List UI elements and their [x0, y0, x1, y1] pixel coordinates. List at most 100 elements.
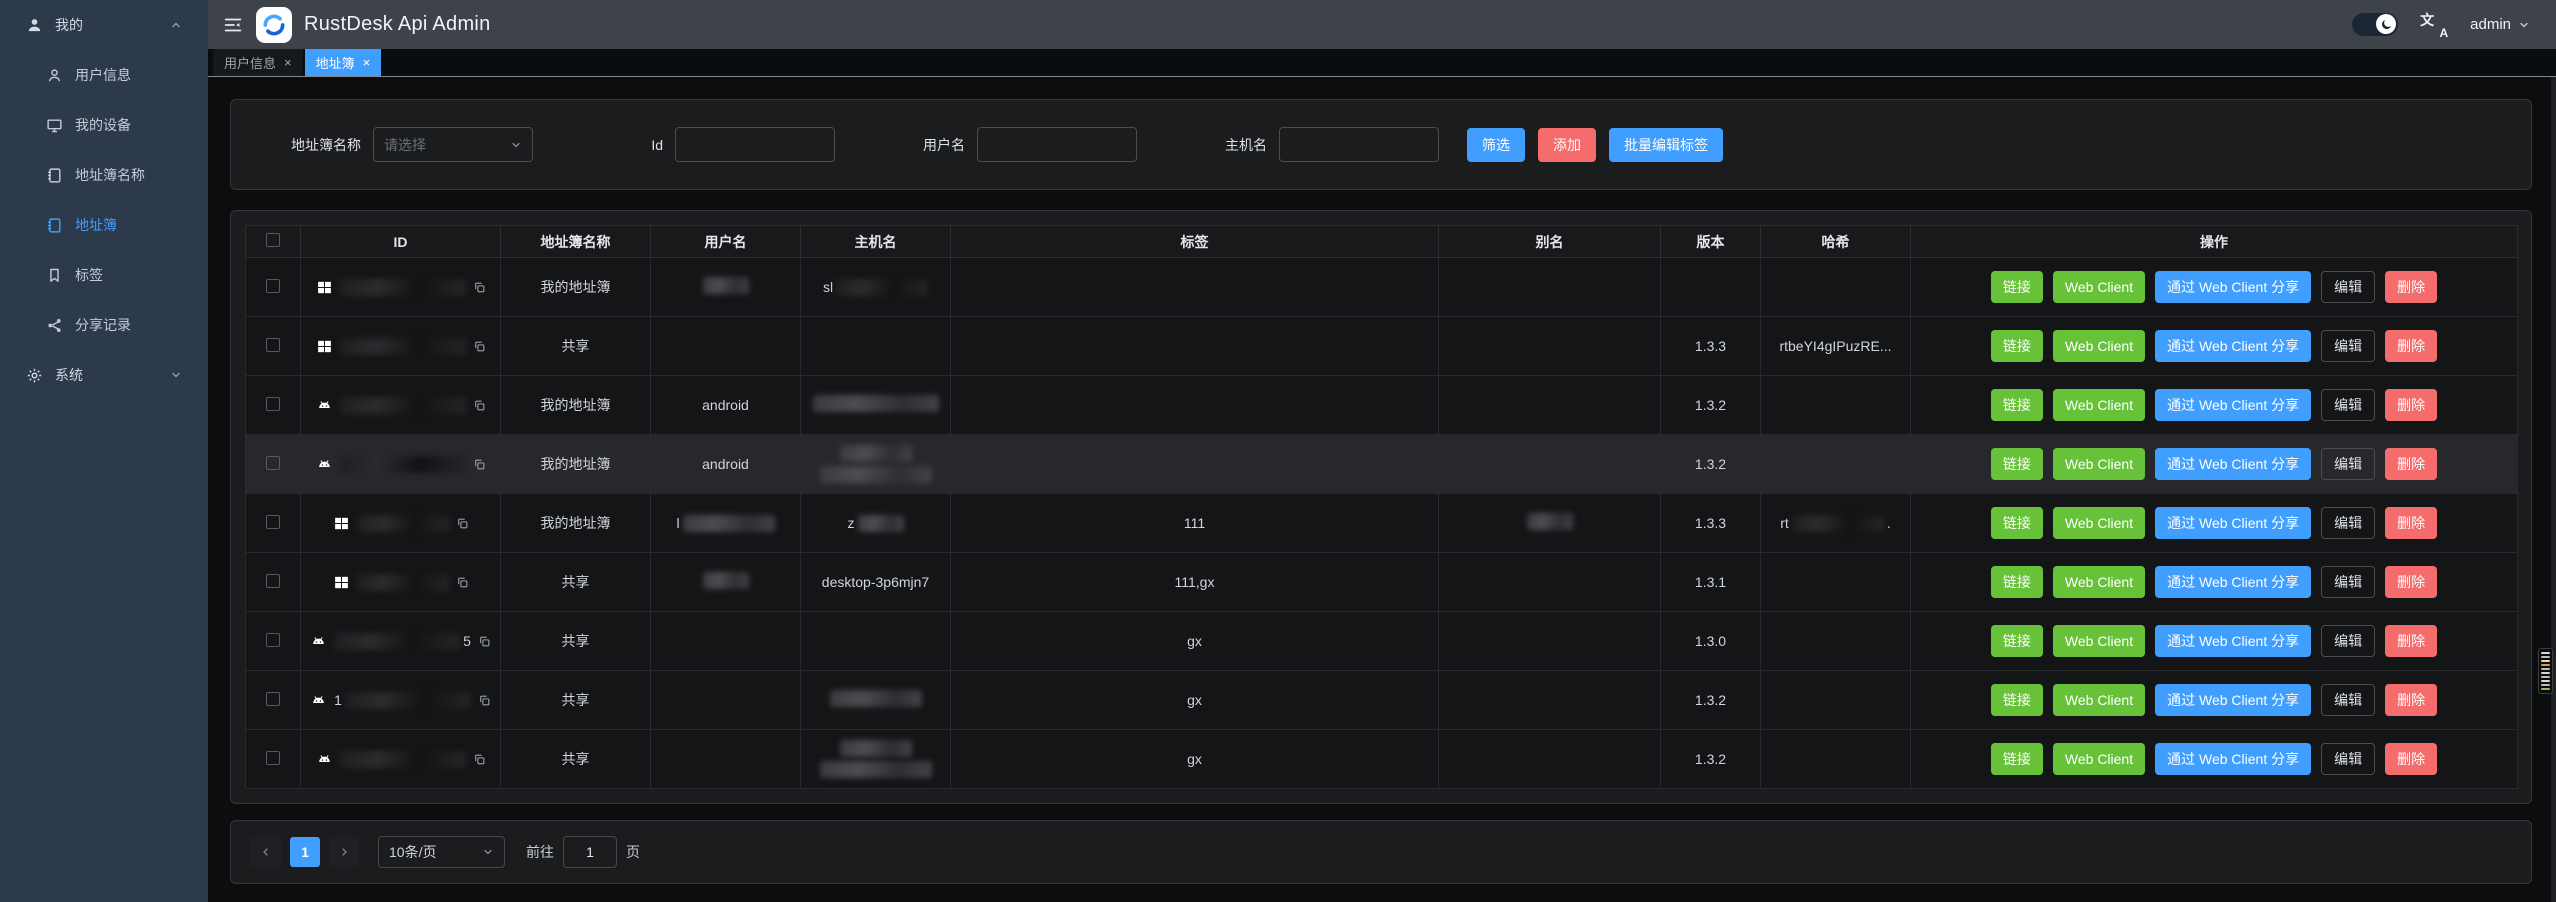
row-action-button[interactable]: 链接 — [1991, 507, 2043, 539]
row-action-button[interactable]: 编辑 — [2321, 684, 2375, 716]
filter-button[interactable]: 筛选 — [1467, 128, 1525, 162]
row-action-button[interactable]: 编辑 — [2321, 330, 2375, 362]
page-title: RustDesk Api Admin — [304, 13, 491, 36]
row-action-button[interactable]: 编辑 — [2321, 448, 2375, 480]
filter-button[interactable]: 批量编辑标签 — [1609, 128, 1723, 162]
username-input[interactable] — [977, 127, 1137, 162]
row-action-button[interactable]: 编辑 — [2321, 271, 2375, 303]
copy-icon[interactable] — [473, 399, 486, 412]
row-action-button[interactable]: Web Client — [2053, 448, 2145, 480]
sidebar-item-mine[interactable]: 我的 — [0, 0, 208, 50]
sidebar-item-my-devices[interactable]: 我的设备 — [0, 100, 208, 150]
row-action-button[interactable]: 通过 Web Client 分享 — [2155, 566, 2311, 598]
row-checkbox[interactable] — [266, 692, 280, 706]
row-action-button[interactable]: 通过 Web Client 分享 — [2155, 743, 2311, 775]
row-action-button[interactable]: 链接 — [1991, 684, 2043, 716]
row-action-button[interactable]: Web Client — [2053, 566, 2145, 598]
row-action-button[interactable]: 删除 — [2385, 566, 2437, 598]
row-action-button[interactable]: Web Client — [2053, 684, 2145, 716]
row-action-button[interactable]: Web Client — [2053, 743, 2145, 775]
row-checkbox[interactable] — [266, 338, 280, 352]
sidebar-item-tags[interactable]: 标签 — [0, 250, 208, 300]
row-action-button[interactable]: 编辑 — [2321, 389, 2375, 421]
sidebar-item-address-book[interactable]: 地址簿 — [0, 200, 208, 250]
row-action-button[interactable]: Web Client — [2053, 625, 2145, 657]
hostname-input[interactable] — [1279, 127, 1439, 162]
row-checkbox[interactable] — [266, 751, 280, 765]
copy-icon[interactable] — [456, 517, 469, 530]
tab-close-icon[interactable]: × — [284, 56, 292, 69]
dark-mode-toggle[interactable] — [2352, 13, 2398, 36]
row-action-button[interactable]: 删除 — [2385, 507, 2437, 539]
row-action-button[interactable]: 删除 — [2385, 743, 2437, 775]
row-action-button[interactable]: 链接 — [1991, 566, 2043, 598]
tab[interactable]: 用户信息× — [213, 49, 303, 76]
id-input[interactable] — [675, 127, 835, 162]
row-action-button[interactable]: 通过 Web Client 分享 — [2155, 684, 2311, 716]
sidebar-item-system[interactable]: 系统 — [0, 350, 208, 400]
row-action-button[interactable]: 删除 — [2385, 684, 2437, 716]
tab[interactable]: 地址簿× — [305, 49, 382, 76]
copy-icon[interactable] — [473, 281, 486, 294]
android-icon — [310, 633, 327, 650]
row-action-button[interactable]: 通过 Web Client 分享 — [2155, 271, 2311, 303]
sidebar-item-address-book-names[interactable]: 地址簿名称 — [0, 150, 208, 200]
tab-close-icon[interactable]: × — [363, 56, 371, 69]
row-action-button[interactable]: 编辑 — [2321, 743, 2375, 775]
scrollbar-track[interactable] — [2551, 77, 2556, 902]
row-checkbox[interactable] — [266, 456, 280, 470]
row-action-button[interactable]: 链接 — [1991, 389, 2043, 421]
row-checkbox[interactable] — [266, 633, 280, 647]
row-action-button[interactable]: 通过 Web Client 分享 — [2155, 389, 2311, 421]
redacted-value: 1 — [334, 692, 471, 709]
row-action-button[interactable]: 编辑 — [2321, 625, 2375, 657]
notebook-icon — [46, 217, 63, 234]
row-action-button[interactable]: 链接 — [1991, 271, 2043, 303]
filter-button[interactable]: 添加 — [1538, 128, 1596, 162]
page-number-button[interactable]: 1 — [290, 837, 320, 867]
row-action-button[interactable]: 删除 — [2385, 271, 2437, 303]
cell-host — [801, 612, 951, 671]
row-action-button[interactable]: 通过 Web Client 分享 — [2155, 625, 2311, 657]
row-action-button[interactable]: 通过 Web Client 分享 — [2155, 448, 2311, 480]
row-action-button[interactable]: 编辑 — [2321, 507, 2375, 539]
row-checkbox[interactable] — [266, 515, 280, 529]
row-action-button[interactable]: Web Client — [2053, 271, 2145, 303]
row-checkbox[interactable] — [266, 233, 280, 247]
row-action-button[interactable]: 链接 — [1991, 448, 2043, 480]
prev-page-button[interactable] — [251, 837, 281, 867]
copy-icon[interactable] — [473, 340, 486, 353]
row-action-button[interactable]: Web Client — [2053, 507, 2145, 539]
row-action-button[interactable]: 编辑 — [2321, 566, 2375, 598]
sidebar-item-user-info[interactable]: 用户信息 — [0, 50, 208, 100]
user-menu[interactable]: admin — [2470, 16, 2530, 33]
row-action-button[interactable]: 链接 — [1991, 330, 2043, 362]
row-checkbox[interactable] — [266, 574, 280, 588]
page-size-select[interactable]: 10条/页 — [378, 836, 505, 868]
goto-page-input[interactable] — [563, 836, 617, 868]
copy-icon[interactable] — [473, 458, 486, 471]
copy-icon[interactable] — [473, 753, 486, 766]
row-action-button[interactable]: 删除 — [2385, 448, 2437, 480]
copy-icon[interactable] — [478, 694, 491, 707]
row-action-button[interactable]: Web Client — [2053, 330, 2145, 362]
row-checkbox[interactable] — [266, 279, 280, 293]
row-action-button[interactable]: 删除 — [2385, 330, 2437, 362]
scrollbar-minimap[interactable] — [2538, 648, 2553, 694]
sidebar-item-share-records[interactable]: 分享记录 — [0, 300, 208, 350]
sidebar-collapse-icon[interactable] — [222, 14, 244, 36]
book-name-select[interactable]: 请选择 — [373, 127, 533, 162]
row-action-button[interactable]: Web Client — [2053, 389, 2145, 421]
row-action-button[interactable]: 通过 Web Client 分享 — [2155, 330, 2311, 362]
row-action-button[interactable]: 通过 Web Client 分享 — [2155, 507, 2311, 539]
language-switch-icon[interactable]: 文 A — [2420, 12, 2448, 38]
row-action-button[interactable]: 链接 — [1991, 625, 2043, 657]
row-action-button[interactable]: 删除 — [2385, 389, 2437, 421]
next-page-button[interactable] — [329, 837, 359, 867]
copy-icon[interactable] — [456, 576, 469, 589]
row-checkbox[interactable] — [266, 397, 280, 411]
row-action-button[interactable]: 链接 — [1991, 743, 2043, 775]
row-action-button[interactable]: 删除 — [2385, 625, 2437, 657]
copy-icon[interactable] — [478, 635, 491, 648]
redacted-value — [830, 690, 922, 707]
